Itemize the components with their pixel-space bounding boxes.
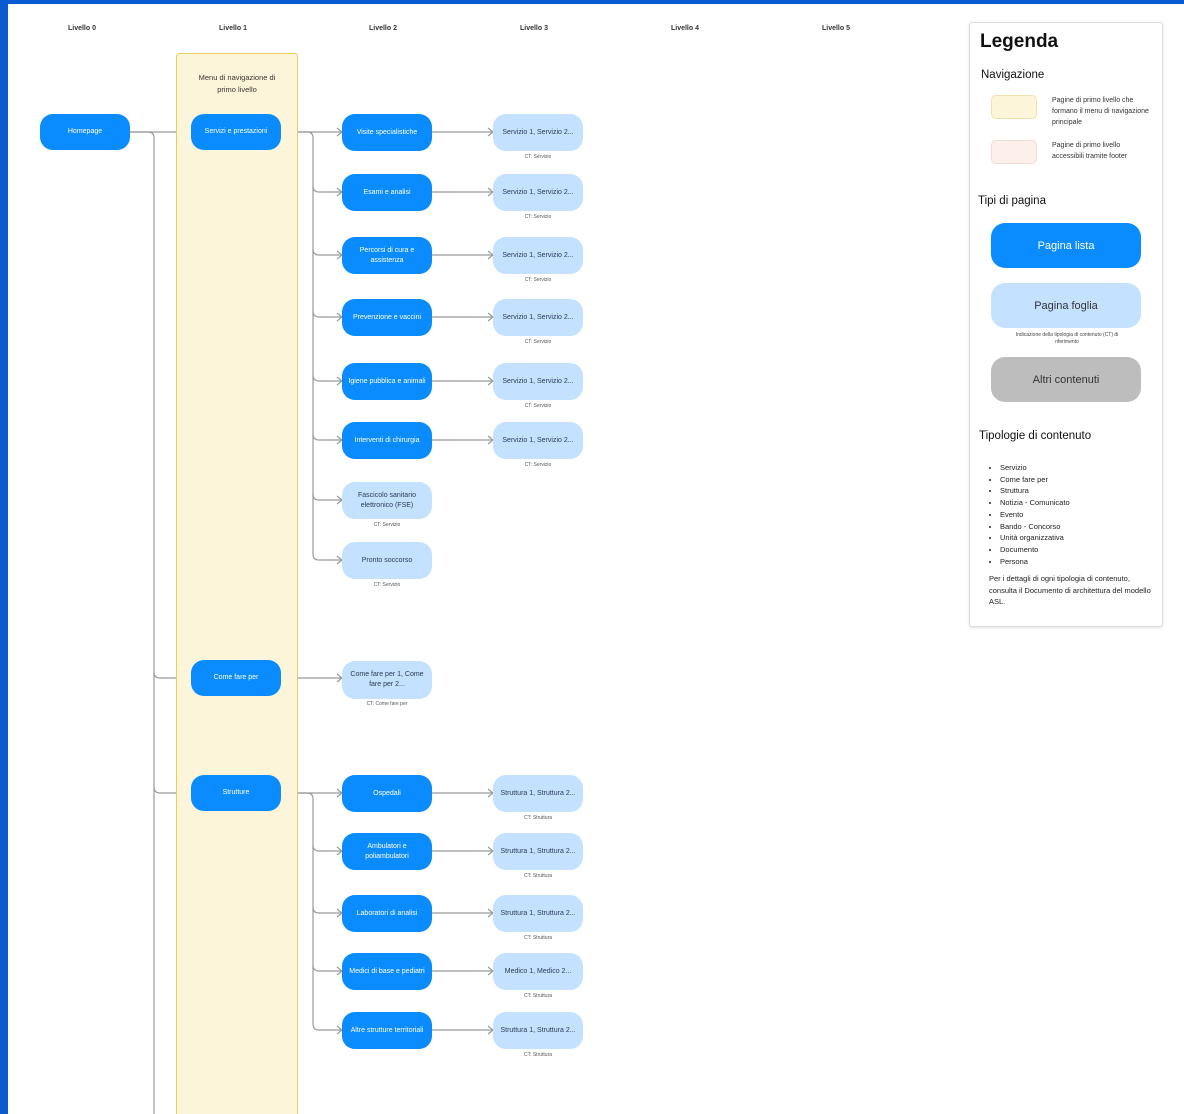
level-header-2: Livello 2 xyxy=(368,25,397,32)
node-servizi-child-3[interactable]: Prevenzione e vaccini xyxy=(342,299,432,336)
legend-pagina-foglia: Pagina foglia xyxy=(991,283,1141,328)
node-strutture-leaf-0[interactable]: Struttura 1, Struttura 2... xyxy=(493,775,583,812)
node-strutture-leaf-2[interactable]: Struttura 1, Struttura 2... xyxy=(493,895,583,932)
legend-footer-text: Per i dettagli di ogni tipologia di cont… xyxy=(989,574,1151,606)
list-item: Evento xyxy=(1000,509,1070,521)
node-come-fare-per[interactable]: Come fare per xyxy=(191,660,281,696)
level-header-0: Livello 0 xyxy=(67,25,96,32)
node-servizi-e-prestazioni[interactable]: Servizi e prestazioni xyxy=(191,114,281,150)
level-header-5: Livello 5 xyxy=(821,25,850,32)
list-item: Bando - Concorso xyxy=(1000,521,1070,533)
node-servizi-leaf-2[interactable]: Servizio 1, Servizio 2... xyxy=(493,237,583,274)
node-servizi-leaf-3[interactable]: Servizio 1, Servizio 2... xyxy=(493,299,583,336)
level-header-3: Livello 3 xyxy=(519,25,548,32)
primary-menu-column-title: Menu di navigazione di primo livello xyxy=(198,73,276,94)
node-strutture-leaf-1[interactable]: Struttura 1, Struttura 2... xyxy=(493,833,583,870)
ct-label: CT: Come fare per xyxy=(366,701,408,707)
legend-nav-footer-text: Pagine di primo livello accessibili tram… xyxy=(1052,142,1128,160)
legend-nav-primary-text: Pagine di primo livello che formano il m… xyxy=(1052,97,1149,126)
legend-navigazione-heading: Navigazione xyxy=(981,69,1045,81)
connector-line xyxy=(130,131,155,1114)
ct-label: CT: Servizio xyxy=(373,522,401,528)
node-strutture-child-2[interactable]: Laboratori di analisi xyxy=(342,895,432,932)
legend-foglia-note: Indicazione della tipologia di contenuto… xyxy=(1015,332,1119,345)
node-strutture-leaf-3[interactable]: Medico 1, Medico 2... xyxy=(493,953,583,990)
ct-label: CT: Servizio xyxy=(524,214,552,220)
node-servizi-child-0[interactable]: Visite specialistiche xyxy=(342,114,432,151)
node-servizi-child-5[interactable]: Interventi di chirurgia xyxy=(342,422,432,459)
node-strutture[interactable]: Strutture xyxy=(191,775,281,811)
node-servizi-child-6[interactable]: Fascicolo sanitario elettronico (FSE) xyxy=(342,482,432,519)
legend-title: Legenda xyxy=(980,31,1059,52)
list-item: Unità organizzativa xyxy=(1000,532,1070,544)
node-servizi-child-7[interactable]: Pronto soccorso xyxy=(342,542,432,579)
list-item: Servizio xyxy=(1000,462,1070,474)
ct-label: CT: Servizio xyxy=(524,403,552,409)
ct-label: CT: Servizio xyxy=(373,582,401,588)
node-strutture-leaf-4[interactable]: Struttura 1, Struttura 2... xyxy=(493,1012,583,1049)
list-item: Documento xyxy=(1000,544,1070,556)
node-servizi-leaf-5[interactable]: Servizio 1, Servizio 2... xyxy=(493,422,583,459)
node-come-fare-leaf[interactable]: Come fare per 1, Come fare per 2... xyxy=(342,661,432,699)
legend-altri-contenuti: Altri contenuti xyxy=(991,357,1141,402)
node-servizi-leaf-4[interactable]: Servizio 1, Servizio 2... xyxy=(493,363,583,400)
legend-tipologie-heading: Tipologie di contenuto xyxy=(979,430,1092,442)
list-item: Come fare per xyxy=(1000,474,1070,486)
ct-label: CT: Struttura xyxy=(523,815,553,821)
node-servizi-leaf-1[interactable]: Servizio 1, Servizio 2... xyxy=(493,174,583,211)
ct-label: CT: Struttura xyxy=(523,993,553,999)
node-strutture-child-1[interactable]: Ambulatori e poliambulatori xyxy=(342,833,432,870)
ct-label: CT: Servizio xyxy=(524,339,552,345)
node-servizi-child-1[interactable]: Esami e analisi xyxy=(342,174,432,211)
legend-tipologie-list: Servizio Come fare per Struttura Notizia… xyxy=(988,462,1070,567)
ct-label: CT: Struttura xyxy=(523,935,553,941)
node-strutture-child-0[interactable]: Ospedali xyxy=(342,775,432,812)
node-servizi-child-2[interactable]: Percorsi di cura e assistenza xyxy=(342,237,432,274)
node-strutture-child-3[interactable]: Medici di base e pediatri xyxy=(342,953,432,990)
ct-label: CT: Servizio xyxy=(524,462,552,468)
ct-label: CT: Servizio xyxy=(524,277,552,283)
node-servizi-leaf-0[interactable]: Servizio 1, Servizio 2... xyxy=(493,114,583,151)
level-header-4: Livello 4 xyxy=(670,25,699,32)
legend-swatch-primary-menu xyxy=(991,95,1037,119)
primary-menu-column: Menu di navigazione di primo livello xyxy=(176,53,298,1114)
list-item: Struttura xyxy=(1000,485,1070,497)
node-homepage[interactable]: Homepage xyxy=(40,114,130,150)
legend-panel: Legenda Navigazione Pagine di primo live… xyxy=(969,22,1163,627)
list-item: Notizia - Comunicato xyxy=(1000,497,1070,509)
sitemap-canvas: Livello 0 Livello 1 Livello 2 Livello 3 … xyxy=(8,4,1184,1114)
ct-label: CT: Struttura xyxy=(523,873,553,879)
level-header-1: Livello 1 xyxy=(218,25,247,32)
legend-tipi-heading: Tipi di pagina xyxy=(978,195,1046,207)
node-servizi-child-4[interactable]: Igiene pubblica e animali xyxy=(342,363,432,400)
ct-label: CT: Servizio xyxy=(524,154,552,160)
ct-label: CT: Struttura xyxy=(523,1052,553,1058)
legend-pagina-lista: Pagina lista xyxy=(991,223,1141,268)
legend-swatch-footer-menu xyxy=(991,140,1037,164)
list-item: Persona xyxy=(1000,556,1070,568)
node-strutture-child-4[interactable]: Altre strutture territoriali xyxy=(342,1012,432,1049)
